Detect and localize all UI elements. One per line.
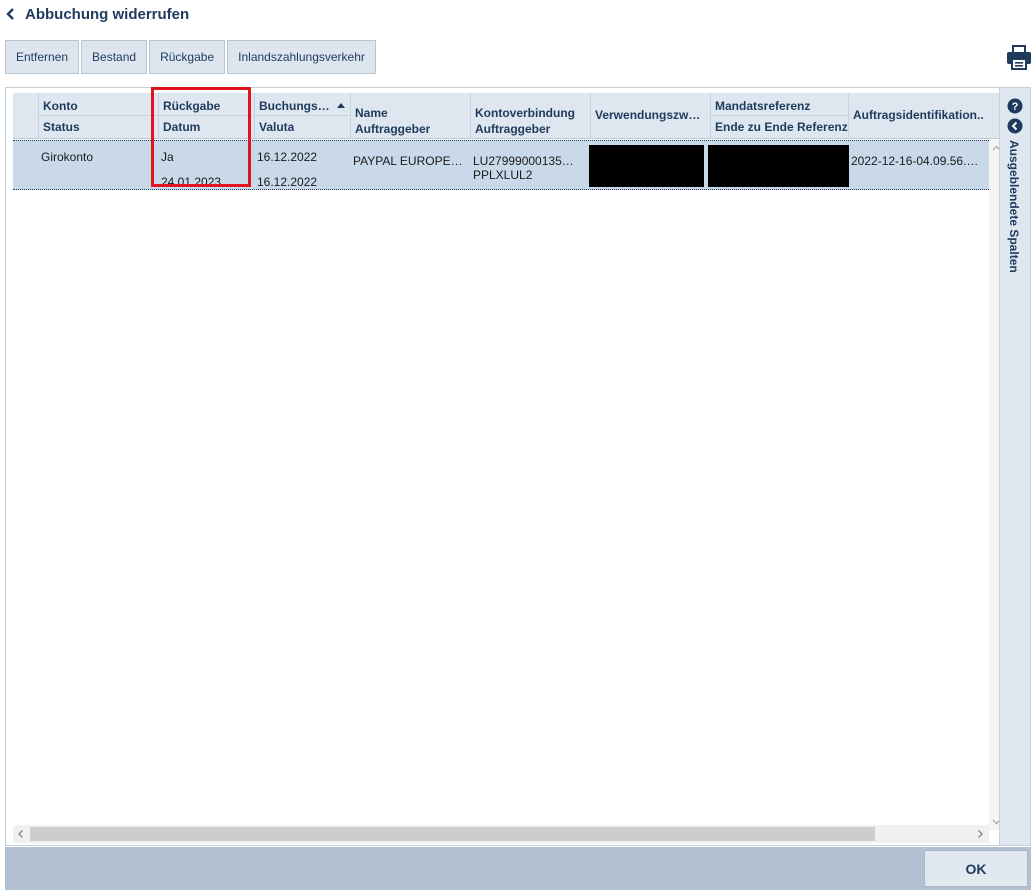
column-header-mandatsreferenz[interactable]: Mandatsreferenz Ende zu Ende Referenz: [710, 93, 848, 139]
cell-valuta: 16.12.2022: [257, 175, 318, 189]
column-header-buchung[interactable]: Buchungs… Valuta: [254, 93, 350, 139]
cell-rueckgabe: Ja: [161, 150, 174, 164]
header-verwendungszweck-label: Verwendungszw…: [595, 108, 701, 122]
domestic-payments-button[interactable]: Inlandszahlungsverkehr: [227, 40, 376, 74]
header-auftraggeber-label: Auftraggeber: [355, 122, 431, 136]
header-name-label: Name: [355, 106, 388, 120]
column-header-kontoverbindung[interactable]: Kontoverbindung Auftraggeber: [470, 93, 590, 139]
svg-text:?: ?: [1012, 101, 1019, 113]
ok-button[interactable]: OK: [924, 850, 1028, 887]
scrollbar-thumb[interactable]: [30, 827, 875, 841]
grid-header: Konto Status Rückgabe Datum Buchungs… Va…: [13, 93, 999, 139]
header-valuta-label: Valuta: [259, 120, 295, 134]
row-selector-header: [13, 93, 38, 139]
column-header-konto[interactable]: Konto Status: [38, 93, 158, 139]
toolbar: Entfernen Bestand Rückgabe Inlandszahlun…: [5, 40, 376, 74]
redacted-verwendungszweck: [589, 145, 704, 187]
back-link[interactable]: Abbuchung widerrufen: [5, 4, 189, 24]
header-kontoverbindung-label: Kontoverbindung: [475, 106, 575, 120]
header-e2e-label: Ende zu Ende Referenz: [715, 120, 848, 134]
chevron-left-icon: [6, 8, 14, 20]
chevron-left-circle-icon[interactable]: [1007, 118, 1023, 134]
remove-button[interactable]: Entfernen: [5, 40, 80, 74]
hidden-columns-panel: ? Ausgeblendete Spalten: [999, 88, 1030, 845]
header-konto-label: Konto: [43, 99, 78, 113]
cell-buchung: 16.12.2022: [257, 150, 318, 164]
inventory-button[interactable]: Bestand: [81, 40, 148, 74]
horizontal-scrollbar[interactable]: [13, 825, 989, 843]
cell-konto: Girokonto: [41, 150, 94, 164]
header-buchung-label: Buchungs…: [259, 99, 330, 113]
dialog-footer: OK: [5, 847, 1031, 890]
help-icon[interactable]: ?: [1007, 98, 1023, 114]
sort-ascending-icon: [337, 103, 345, 108]
header-auftragsid-label: Auftragsidentifikation..: [853, 108, 984, 122]
header-status-label: Status: [43, 120, 80, 134]
data-grid: Konto Status Rückgabe Datum Buchungs… Va…: [13, 93, 1004, 843]
page-title: Abbuchung widerrufen: [25, 5, 190, 23]
cell-auftragsid: 2022-12-16-04.09.56.…: [851, 154, 979, 168]
cell-iban: LU27999000135…: [473, 154, 574, 168]
hidden-columns-label[interactable]: Ausgeblendete Spalten: [1007, 140, 1021, 273]
grid-panel: Konto Status Rückgabe Datum Buchungs… Va…: [5, 87, 1031, 846]
header-rueckgabe-label: Rückgabe: [163, 99, 221, 113]
scroll-right-icon[interactable]: [975, 829, 985, 839]
header-mandatsreferenz-label: Mandatsreferenz: [715, 99, 811, 113]
cell-name: PAYPAL EUROPE…: [353, 154, 463, 168]
return-button[interactable]: Rückgabe: [149, 40, 226, 74]
column-header-name[interactable]: Name Auftraggeber: [350, 93, 470, 139]
header-datum-label: Datum: [163, 120, 201, 134]
print-icon[interactable]: [1006, 43, 1032, 71]
column-header-rueckgabe[interactable]: Rückgabe Datum: [158, 93, 254, 139]
cell-bic: PPLXLUL2: [473, 168, 533, 182]
header-kontoverbindung-auftraggeber-label: Auftraggeber: [475, 122, 551, 136]
cell-datum: 24.01.2023: [161, 175, 222, 189]
table-row[interactable]: Girokonto Ja 24.01.2023 16.12.2022 16.12…: [13, 140, 999, 190]
column-header-verwendungszweck[interactable]: Verwendungszw…: [590, 93, 710, 139]
column-header-auftragsid[interactable]: Auftragsidentifikation..: [848, 93, 984, 139]
redacted-mandatsreferenz: [708, 145, 849, 187]
scroll-left-icon[interactable]: [16, 829, 26, 839]
